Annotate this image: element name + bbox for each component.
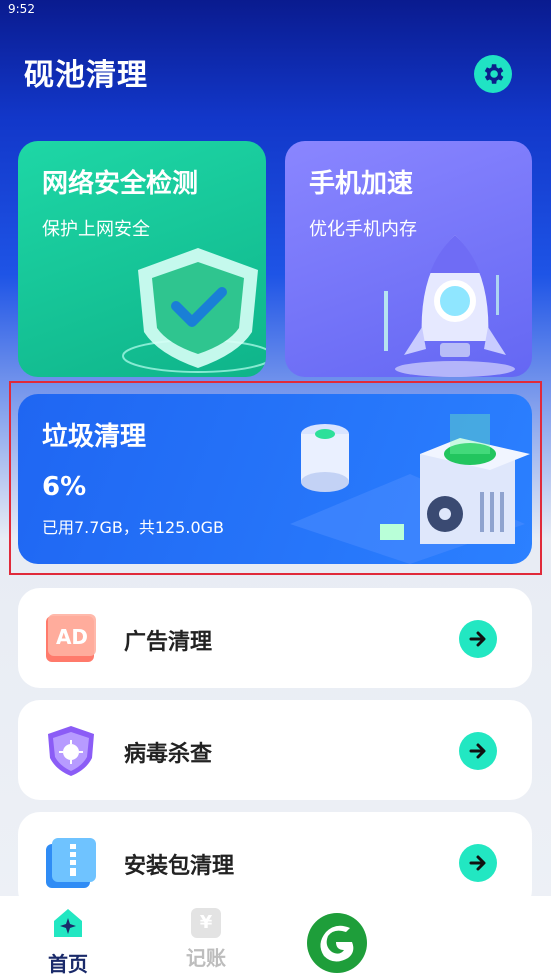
speed-card-title: 手机加速 <box>309 169 414 199</box>
app-title: 砚池清理 <box>24 58 148 93</box>
list-item-ad-cleanup[interactable]: AD 广告清理 <box>18 588 532 688</box>
ad-icon: AD <box>46 614 96 662</box>
junk-storage-usage: 已用7.7GB，共125.0GB <box>42 518 225 537</box>
list-item-label: 广告清理 <box>124 630 213 655</box>
svg-text:AD: AD <box>56 625 88 649</box>
yen-icon: ¥ <box>191 908 221 938</box>
server-cleaner-icon <box>290 414 530 564</box>
junk-card-title: 垃圾清理 <box>42 422 147 452</box>
network-card-title: 网络安全检测 <box>42 169 199 199</box>
tab-bookkeeping[interactable]: ¥ 记账 <box>166 906 246 971</box>
virus-shield-icon <box>48 726 94 776</box>
arrow-right-button[interactable] <box>459 844 497 882</box>
arrow-right-icon <box>469 855 486 871</box>
arrow-right-button[interactable] <box>459 620 497 658</box>
status-time: 9:52 <box>8 2 35 16</box>
network-security-card[interactable]: 网络安全检测 保护上网安全 <box>18 141 266 377</box>
tab-home-label: 首页 <box>48 952 88 976</box>
list-item-label: 病毒杀查 <box>124 742 213 767</box>
arrow-right-icon <box>469 743 486 759</box>
shield-check-icon <box>122 248 266 373</box>
phone-speed-card[interactable]: 手机加速 优化手机内存 <box>285 141 532 377</box>
list-item-label: 安装包清理 <box>124 854 235 879</box>
junk-cleanup-card[interactable]: 垃圾清理 6% 已用7.7GB，共125.0GB <box>18 394 532 564</box>
settings-button[interactable] <box>474 55 512 93</box>
tab-home[interactable]: 首页 <box>28 906 108 977</box>
tab-bookkeeping-label: 记账 <box>186 946 226 970</box>
arrow-right-icon <box>469 631 486 647</box>
rocket-icon <box>384 235 515 377</box>
arrow-right-button[interactable] <box>459 732 497 770</box>
gear-icon <box>484 64 504 84</box>
app-logo-icon[interactable] <box>306 912 368 974</box>
home-sparkle-icon <box>54 909 82 937</box>
junk-usage-percent: 6% <box>42 472 87 502</box>
list-item-virus-scan[interactable]: 病毒杀查 <box>18 700 532 800</box>
bottom-tab-bar: 首页 ¥ 记账 <box>0 896 551 980</box>
zip-package-icon <box>46 838 96 888</box>
